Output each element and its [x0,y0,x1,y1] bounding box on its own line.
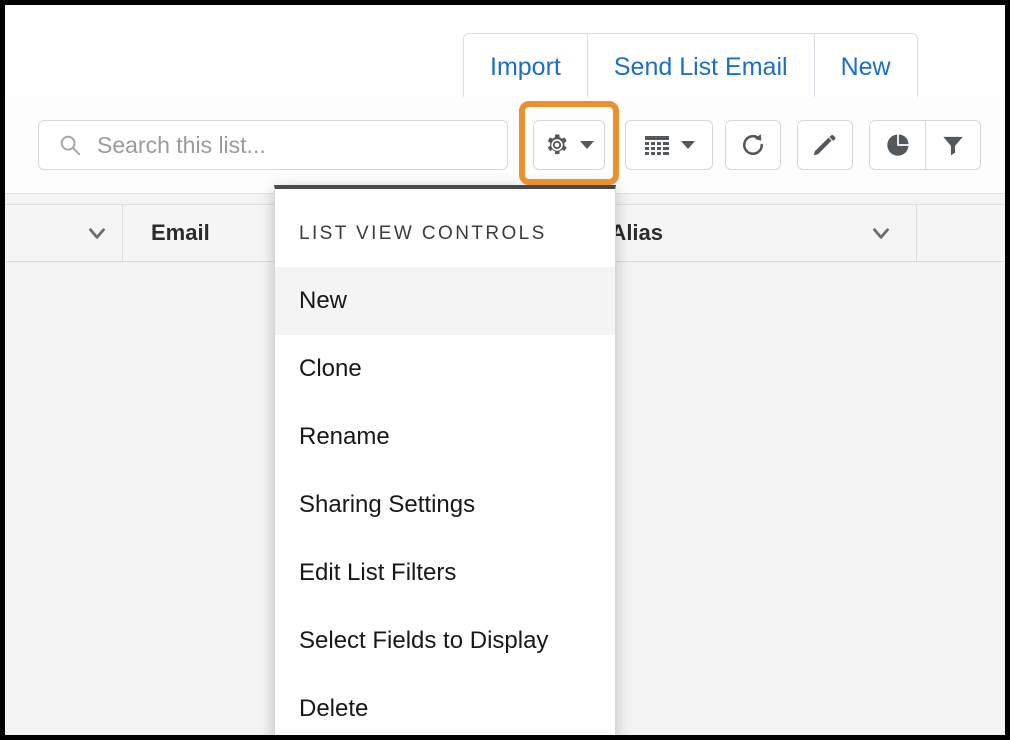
menu-item-select-fields-to-display[interactable]: Select Fields to Display [275,607,615,675]
chevron-down-icon [580,141,594,149]
pie-chart-icon [886,134,909,156]
search-placeholder: Search this list... [97,131,266,158]
edit-pencil-icon [813,134,836,156]
app-screen: Import Send List Email New Search this l… [5,5,1005,735]
list-view-controls-menu: LIST VIEW CONTROLS New Clone Rename Shar… [274,185,616,735]
charts-button[interactable] [869,120,925,170]
table-column-header-4[interactable] [917,205,1005,261]
edit-button[interactable] [797,120,853,170]
search-input[interactable]: Search this list... [38,120,508,170]
import-button[interactable]: Import [464,34,588,100]
search-icon [60,135,81,156]
gear-icon [548,134,567,155]
list-view-controls-gear-button[interactable] [533,120,605,170]
refresh-button[interactable] [725,120,781,170]
display-as-table-button[interactable] [625,120,713,170]
filter-funnel-icon [943,136,963,156]
menu-item-sharing-settings[interactable]: Sharing Settings [275,471,615,539]
table-column-header-1[interactable] [5,205,123,261]
menu-item-delete[interactable]: Delete [275,675,615,735]
menu-item-edit-list-filters[interactable]: Edit List Filters [275,539,615,607]
refresh-icon [743,134,764,155]
menu-item-label: Select Fields to Display [299,627,549,654]
menu-item-label: Rename [299,423,390,450]
header-button-group: Import Send List Email New [463,33,918,101]
chevron-down-icon [681,141,695,149]
menu-heading: LIST VIEW CONTROLS [299,223,547,244]
action-bar: Import Send List Email New [5,5,1005,101]
menu-item-clone[interactable]: Clone [275,335,615,403]
send-list-email-button[interactable]: Send List Email [587,34,815,100]
list-toolbar: Search this list... [5,97,1005,193]
menu-item-new[interactable]: New [275,267,615,335]
table-icon [645,136,669,155]
chevron-down-icon [873,228,889,239]
menu-item-rename[interactable]: Rename [275,403,615,471]
new-button[interactable]: New [814,34,917,100]
menu-item-label: Sharing Settings [299,491,476,518]
chevron-down-icon [89,228,105,239]
menu-item-label: Delete [299,695,369,722]
menu-item-label: Clone [299,355,362,382]
column-label: Email [151,220,210,245]
menu-item-label: New [299,287,348,314]
filter-button[interactable] [925,120,981,170]
menu-item-label: Edit List Filters [299,559,457,586]
